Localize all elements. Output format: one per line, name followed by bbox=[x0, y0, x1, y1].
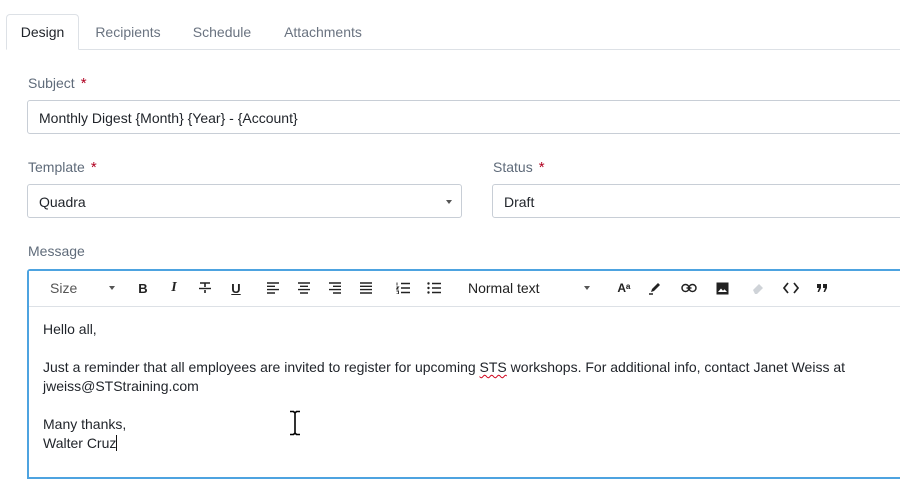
font-size-icon: Aᵃ bbox=[617, 281, 631, 295]
status-label-text: Status bbox=[493, 159, 533, 175]
editor-toolbar: Size B I U Normal text Aᵃ bbox=[29, 271, 900, 307]
editor-content[interactable]: Hello all, Just a reminder that all empl… bbox=[43, 320, 845, 453]
template-select-value: Quadra bbox=[39, 194, 86, 210]
bullet-list-button[interactable] bbox=[426, 279, 442, 297]
bold-button[interactable]: B bbox=[135, 279, 151, 297]
required-marker: * bbox=[80, 75, 87, 92]
highlight-button[interactable] bbox=[647, 279, 663, 297]
image-icon bbox=[716, 282, 728, 294]
italic-button[interactable]: I bbox=[166, 279, 182, 297]
bullet-list-icon bbox=[426, 282, 441, 294]
link-icon bbox=[681, 283, 697, 293]
clear-formatting-button[interactable] bbox=[750, 279, 766, 297]
required-marker: * bbox=[538, 159, 545, 176]
font-size-button[interactable]: Aᵃ bbox=[615, 279, 633, 297]
strikethrough-button[interactable] bbox=[197, 279, 213, 297]
blockquote-button[interactable] bbox=[814, 279, 830, 297]
size-dropdown[interactable]: Size bbox=[50, 279, 120, 297]
block-format-label: Normal text bbox=[468, 280, 540, 296]
align-right-icon bbox=[329, 282, 341, 294]
quote-icon bbox=[817, 284, 827, 292]
highlighter-icon bbox=[649, 283, 660, 295]
subject-label-text: Subject bbox=[28, 75, 75, 91]
status-select-value: Draft bbox=[504, 194, 535, 210]
message-line-blank bbox=[43, 396, 845, 415]
subject-input[interactable]: Monthly Digest {Month} {Year} - {Account… bbox=[27, 100, 900, 134]
message-body-text-2: workshops. For additional info, contact … bbox=[506, 359, 846, 375]
align-center-icon bbox=[298, 282, 310, 294]
image-button[interactable] bbox=[714, 279, 730, 297]
underline-button[interactable]: U bbox=[228, 279, 244, 297]
tab-schedule[interactable]: Schedule bbox=[182, 14, 262, 50]
template-select[interactable]: Quadra bbox=[27, 184, 462, 218]
align-justify-button[interactable] bbox=[358, 279, 374, 297]
align-center-button[interactable] bbox=[296, 279, 312, 297]
text-caret bbox=[116, 435, 118, 451]
align-left-icon bbox=[267, 282, 279, 294]
numbered-list-button[interactable] bbox=[395, 279, 411, 297]
code-button[interactable] bbox=[782, 279, 800, 297]
message-body-text-1: Just a reminder that all employees are i… bbox=[43, 359, 480, 375]
chevron-down-icon bbox=[109, 286, 115, 290]
tab-recipients[interactable]: Recipients bbox=[86, 14, 170, 50]
subject-input-value: Monthly Digest {Month} {Year} - {Account… bbox=[39, 110, 298, 126]
signature-text: Walter Cruz bbox=[43, 435, 117, 451]
code-icon bbox=[783, 282, 799, 294]
subject-label: Subject * bbox=[28, 75, 87, 92]
size-dropdown-label: Size bbox=[50, 280, 78, 296]
status-select[interactable]: Draft bbox=[492, 184, 900, 218]
italic-icon: I bbox=[171, 280, 177, 295]
align-right-button[interactable] bbox=[327, 279, 343, 297]
link-button[interactable] bbox=[681, 279, 697, 297]
tab-bar: Design Recipients Schedule Attachments bbox=[0, 0, 900, 50]
template-label-text: Template bbox=[28, 159, 85, 175]
message-line-email: jweiss@STStraining.com bbox=[43, 378, 199, 394]
align-left-button[interactable] bbox=[265, 279, 281, 297]
eraser-icon bbox=[753, 284, 763, 294]
strikethrough-icon bbox=[199, 282, 211, 293]
chevron-down-icon bbox=[584, 286, 590, 290]
numbered-list-icon bbox=[395, 282, 410, 294]
bold-icon: B bbox=[138, 280, 148, 296]
tab-attachments[interactable]: Attachments bbox=[274, 14, 372, 50]
message-editor[interactable]: Size B I U Normal text Aᵃ Hello all, Jus… bbox=[27, 269, 900, 479]
message-line-greeting: Hello all, bbox=[43, 321, 97, 337]
message-line-blank bbox=[43, 339, 845, 358]
align-justify-icon bbox=[360, 282, 372, 294]
block-format-dropdown[interactable]: Normal text bbox=[468, 279, 596, 297]
message-label: Message bbox=[28, 243, 85, 259]
chevron-down-icon bbox=[446, 200, 452, 204]
misspelled-word[interactable]: STS bbox=[480, 359, 507, 375]
message-line-signoff: Many thanks, bbox=[43, 416, 127, 432]
required-marker: * bbox=[90, 159, 97, 176]
message-line-body: Just a reminder that all employees are i… bbox=[43, 358, 845, 377]
template-label: Template * bbox=[28, 159, 97, 176]
status-label: Status * bbox=[493, 159, 545, 176]
underline-icon: U bbox=[231, 280, 241, 296]
message-line-signature: Walter Cruz bbox=[43, 434, 845, 453]
tab-design[interactable]: Design bbox=[6, 14, 79, 50]
ibeam-cursor-icon bbox=[290, 410, 300, 436]
